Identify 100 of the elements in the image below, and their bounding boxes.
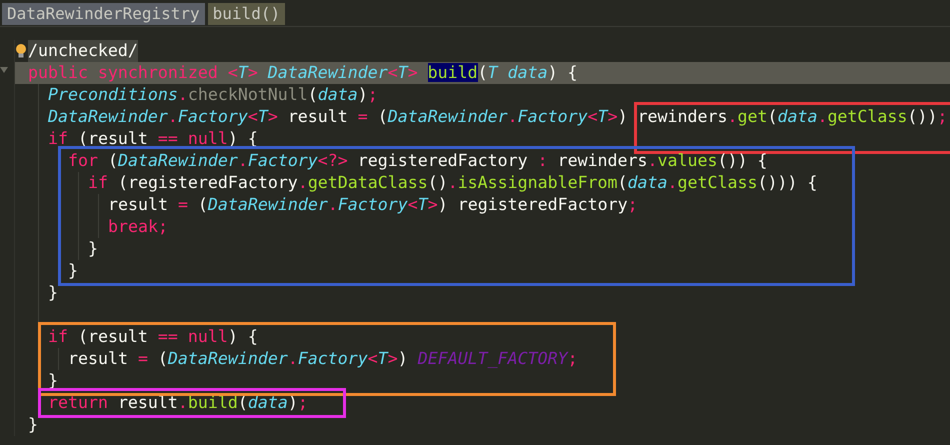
code-token: DataRewinder — [268, 63, 388, 82]
code-token: Preconditions — [48, 85, 178, 104]
code-token: Factory — [518, 107, 588, 126]
code-token: . — [178, 393, 188, 412]
code-token: T — [598, 107, 608, 126]
code-token: result — [116, 393, 178, 412]
code-token: . — [238, 151, 248, 170]
code-token: Factory — [178, 107, 248, 126]
code-token: ; — [158, 217, 168, 236]
code-token: ( — [478, 63, 488, 82]
code-token: if — [48, 129, 68, 148]
code-token: . — [328, 195, 338, 214]
code-token: ())) { — [757, 173, 818, 192]
code-token: = — [358, 107, 368, 126]
code-token: registeredFactory — [356, 151, 529, 170]
code-token: data — [628, 173, 668, 192]
code-token: > — [268, 107, 278, 126]
code-token: result — [286, 107, 349, 126]
code-token: DataRewinder — [48, 107, 168, 126]
code-token: result — [108, 195, 169, 214]
fold-marker-icon[interactable] — [0, 66, 8, 74]
lightbulb-icon[interactable] — [15, 43, 27, 59]
code-token: getClass — [827, 107, 908, 126]
code-token: . — [178, 85, 188, 104]
code-token: ) registeredFactory — [438, 195, 628, 214]
code-token: ( — [618, 173, 628, 192]
breadcrumb[interactable]: build() — [208, 3, 286, 25]
code-token: : — [538, 151, 548, 170]
code-token: ()) { — [717, 151, 768, 170]
code-token: T — [238, 63, 248, 82]
code-token: > — [248, 63, 259, 82]
code-token: return — [48, 393, 108, 412]
code-token: > — [428, 195, 438, 214]
closing-brace: } — [68, 260, 78, 282]
code-token: ) — [358, 85, 368, 104]
code-token: (result — [76, 327, 149, 346]
code-token: > — [388, 349, 398, 368]
code-token: == — [158, 129, 179, 148]
matched-word: build — [428, 63, 478, 82]
code-token: . — [727, 107, 738, 126]
code-token: ; — [568, 349, 578, 368]
code-token: if — [88, 173, 108, 192]
code-token: . — [298, 173, 308, 192]
code-token: ( — [767, 107, 778, 126]
code-token: checkNotNull — [188, 85, 308, 104]
code-token: T — [258, 107, 268, 126]
closing-brace: } — [48, 370, 58, 392]
code-token: ( — [106, 151, 118, 170]
code-token: DataRewinder — [208, 195, 328, 214]
code-token: ) { — [548, 63, 578, 82]
code-token: ) — [288, 393, 298, 412]
code-token: < — [368, 349, 378, 368]
code-token: == — [158, 327, 179, 346]
code-token: DataRewinder — [118, 151, 238, 170]
code-token: T data — [488, 63, 548, 82]
code-token: Factory — [248, 151, 318, 170]
code-token: ()) — [907, 107, 938, 126]
code-token: rewinders — [556, 151, 648, 170]
code-token: Factory — [298, 349, 368, 368]
code-token: ) { — [228, 327, 258, 346]
code-token: . — [288, 349, 298, 368]
closing-brace: } — [88, 238, 98, 260]
code-token: (registeredFactory — [116, 173, 298, 192]
code-token: DEFAULT_FACTORY — [418, 349, 568, 368]
code-token: ( — [376, 107, 388, 126]
code-token: Factory — [338, 195, 408, 214]
code-token: < — [408, 195, 418, 214]
code-token: ( — [308, 85, 318, 104]
code-token: <?> — [318, 151, 348, 170]
code-token: = — [138, 349, 148, 368]
code-token: ; — [628, 195, 638, 214]
code-token: < — [588, 107, 598, 126]
code-token: result — [68, 349, 129, 368]
code-token: T — [398, 63, 408, 82]
code-token: data — [248, 393, 288, 412]
code-token: ; — [937, 107, 948, 126]
code-token: . — [168, 107, 178, 126]
code-token: isAssignableFrom — [458, 173, 618, 192]
code-token: data — [777, 107, 818, 126]
breadcrumb[interactable]: DataRewinderRegistry — [2, 3, 205, 25]
code-token: values — [658, 151, 718, 170]
code-token: getClass — [678, 173, 758, 192]
code-token: . — [817, 107, 828, 126]
code-token: (result — [76, 129, 149, 148]
closing-brace: } — [48, 282, 58, 304]
code-token: < — [388, 63, 398, 82]
code-token: . — [448, 173, 458, 192]
code-token: ) — [398, 349, 409, 368]
code-token: for — [68, 151, 98, 170]
code-token: () — [428, 173, 448, 192]
code-token: null — [188, 327, 228, 346]
code-token: T — [378, 349, 388, 368]
code-token: ( — [156, 349, 168, 368]
code-token: ) — [618, 107, 629, 126]
code-token: public synchronized — [28, 63, 219, 82]
code-token: ( — [196, 195, 208, 214]
code-token: get — [737, 107, 768, 126]
code-token: < — [248, 107, 258, 126]
code-token: ; — [368, 85, 378, 104]
code-token: DataRewinder — [388, 107, 508, 126]
